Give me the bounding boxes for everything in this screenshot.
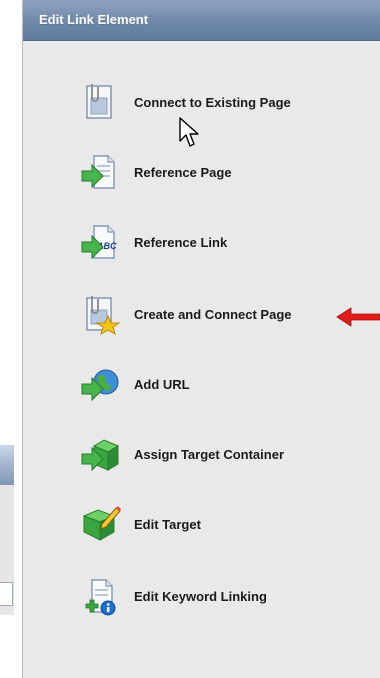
page-plus-info-icon	[78, 574, 122, 618]
item-label: Connect to Existing Page	[134, 94, 291, 110]
green-arrow-globe-icon	[78, 362, 122, 406]
item-label: Edit Keyword Linking	[134, 588, 267, 604]
panel-title: Edit Link Element	[39, 12, 149, 27]
clipboard-page-icon	[78, 80, 122, 124]
mouse-cursor-icon	[179, 117, 199, 147]
background-window	[0, 445, 14, 615]
panel-header: Edit Link Element	[23, 0, 380, 41]
item-label: Edit Target	[134, 516, 201, 532]
item-label: Assign Target Container	[134, 446, 285, 462]
edit-link-element-panel: Edit Link Element Connect to Existing Pa…	[22, 0, 380, 678]
reference-link-item[interactable]: ABC Reference Link	[78, 220, 358, 264]
red-annotation-arrow-icon	[336, 307, 380, 327]
green-arrow-abc-icon: ABC	[78, 220, 122, 264]
edit-target-item[interactable]: Edit Target	[78, 502, 358, 546]
reference-page-item[interactable]: Reference Page	[78, 150, 358, 194]
item-label: Reference Link	[134, 234, 228, 250]
edit-keyword-linking-item[interactable]: Edit Keyword Linking	[78, 574, 358, 618]
clipboard-star-icon	[78, 292, 122, 336]
assign-target-container-item[interactable]: Assign Target Container	[78, 432, 358, 476]
item-label: Add URL	[134, 376, 190, 392]
background-window-titlebar	[0, 445, 14, 486]
background-window-field[interactable]	[0, 582, 13, 606]
add-url-item[interactable]: Add URL	[78, 362, 358, 406]
item-label: Reference Page	[134, 164, 232, 180]
green-arrow-page-icon	[78, 150, 122, 194]
connect-to-existing-page-item[interactable]: Connect to Existing Page	[78, 80, 358, 124]
green-arrow-box-icon	[78, 432, 122, 476]
green-pencil-box-icon	[78, 502, 122, 546]
item-label: Create and Connect Page	[134, 306, 292, 322]
create-and-connect-page-item[interactable]: Create and Connect Page	[78, 292, 358, 336]
